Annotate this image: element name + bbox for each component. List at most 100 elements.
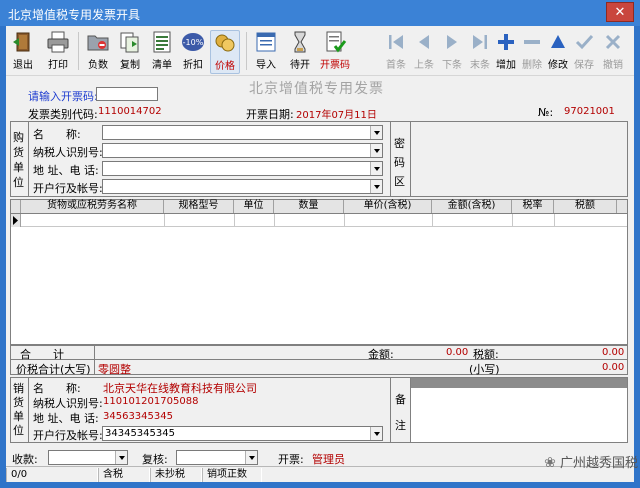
import-button[interactable]: 导入 <box>252 30 280 74</box>
add-icon <box>498 34 514 50</box>
printer-icon <box>47 31 69 53</box>
price-coins-icon <box>215 34 235 52</box>
chevron-down-icon[interactable] <box>370 144 382 157</box>
type-code-label: 发票类别代码: <box>28 108 98 121</box>
toolbar-label: 打印 <box>48 60 68 71</box>
last-record-button[interactable]: 末条 <box>468 30 492 74</box>
column-header[interactable]: 税率 <box>512 200 554 213</box>
exit-door-icon <box>13 32 30 52</box>
buyer-taxid-label: 纳税人识别号: <box>33 146 103 159</box>
chevron-down-icon[interactable] <box>245 451 257 464</box>
invoice-code-button[interactable]: 开票码 <box>318 30 352 74</box>
buyer-address-label: 地 址、电 话: <box>33 164 99 177</box>
first-record-button[interactable]: 首条 <box>384 30 408 74</box>
print-button[interactable]: 打印 <box>44 30 72 74</box>
column-header[interactable]: 单价(含税) <box>344 200 432 213</box>
goods-grid-header: 货物或应税劳务名称 规格型号 单位 数量 单价(含税) 金额(含税) 税率 税额 <box>11 200 627 214</box>
column-header[interactable]: 规格型号 <box>164 200 234 213</box>
issuer-value: 管理员 <box>312 453 345 466</box>
undo-button[interactable]: 撤销 <box>600 30 626 74</box>
seller-bank-combo[interactable]: 34345345345 <box>102 426 383 441</box>
cell-divider <box>164 214 165 227</box>
total-lower-label: (小写) <box>469 363 500 376</box>
remark-header-bar <box>411 378 627 388</box>
seller-address-value: 34563345345 <box>103 411 173 422</box>
receiver-combo[interactable] <box>48 450 128 465</box>
wechat-icon: ❀ <box>544 455 556 471</box>
client-area: 退出 打印 负数 复制 清单 -10% 折扣 价格 导入 待开 开票码 首条 上… <box>6 26 634 482</box>
column-header[interactable]: 数量 <box>274 200 344 213</box>
last-record-icon <box>473 35 487 49</box>
chevron-down-icon[interactable] <box>370 427 382 440</box>
next-record-icon <box>447 35 457 49</box>
goods-row[interactable] <box>11 214 627 227</box>
copy-icon <box>120 32 139 53</box>
add-button[interactable]: 增加 <box>494 30 518 74</box>
discount-badge: -10% <box>183 38 204 47</box>
seller-name-value: 北京天华在线教育科技有限公司 <box>103 382 257 395</box>
invoice-code-prompt: 请输入开票码: <box>28 90 98 103</box>
row-indicator <box>11 214 21 227</box>
negative-button[interactable]: 负数 <box>84 30 112 74</box>
next-record-button[interactable]: 下条 <box>440 30 464 74</box>
toolbar-label: 价格 <box>215 61 235 72</box>
seller-bank-label: 开户行及帐号: <box>33 429 103 442</box>
cell-divider <box>344 214 345 227</box>
prev-record-button[interactable]: 上条 <box>412 30 436 74</box>
list-button[interactable]: 清单 <box>148 30 176 74</box>
invoice-form: 北京增值税专用发票 请输入开票码: 发票类别代码: 1110014702 开票日… <box>6 78 634 482</box>
toolbar-label: 保存 <box>574 60 594 71</box>
discount-button[interactable]: -10% 折扣 <box>178 30 208 74</box>
copy-button[interactable]: 复制 <box>116 30 144 74</box>
save-check-icon <box>575 34 594 50</box>
toolbar-label: 复制 <box>120 60 140 71</box>
column-header[interactable]: 金额(含税) <box>432 200 512 213</box>
window-title: 北京增值税专用发票开具 <box>8 8 141 22</box>
date-label: 开票日期: <box>246 108 294 121</box>
column-header[interactable]: 税额 <box>554 200 617 213</box>
reviewer-label: 复核: <box>142 453 168 466</box>
exit-button[interactable]: 退出 <box>10 30 36 74</box>
remark-textarea[interactable] <box>411 378 627 442</box>
pending-button[interactable]: 待开 <box>286 30 314 74</box>
delete-button[interactable]: 删除 <box>520 30 544 74</box>
buyer-bank-label: 开户行及帐号: <box>33 182 103 195</box>
buyer-name-combo[interactable] <box>102 125 383 140</box>
discount-icon: -10% <box>182 33 204 51</box>
reviewer-combo[interactable] <box>176 450 258 465</box>
toolbar-separator <box>78 32 79 70</box>
current-row-arrow-icon <box>13 216 18 225</box>
buyer-taxid-combo[interactable] <box>102 143 383 158</box>
cell-divider <box>512 214 513 227</box>
toolbar-label: 末条 <box>470 60 490 71</box>
divider <box>28 377 29 443</box>
seller-taxid-value: 110101201705088 <box>103 396 199 407</box>
watermark: ❀ 广州越秀国税 <box>544 452 638 471</box>
sum-label: 合 计 <box>20 348 64 361</box>
toolbar-label: 修改 <box>548 60 568 71</box>
toolbar-label: 负数 <box>88 60 108 71</box>
edit-icon <box>551 35 565 48</box>
buyer-bank-combo[interactable] <box>102 179 383 194</box>
column-header[interactable]: 单位 <box>234 200 274 213</box>
column-header[interactable]: 货物或应税劳务名称 <box>21 200 164 213</box>
buyer-section-label: 购货单位 <box>13 131 24 189</box>
chevron-down-icon[interactable] <box>370 162 382 175</box>
toolbar-label: 导入 <box>256 60 276 71</box>
amount-label: 金额: <box>368 348 394 361</box>
toolbar-label: 删除 <box>522 60 542 71</box>
chevron-down-icon[interactable] <box>115 451 127 464</box>
chevron-down-icon[interactable] <box>370 180 382 193</box>
chevron-down-icon[interactable] <box>370 126 382 139</box>
folder-negative-icon <box>87 35 109 51</box>
buyer-address-combo[interactable] <box>102 161 383 176</box>
edit-button[interactable]: 修改 <box>546 30 570 74</box>
remark-label: 备注 <box>395 393 406 432</box>
close-button[interactable]: ✕ <box>606 2 634 22</box>
seller-address-label: 地 址、电 话: <box>33 412 99 425</box>
save-button[interactable]: 保存 <box>572 30 596 74</box>
toolbar-label: 开票码 <box>320 60 350 71</box>
receiver-label: 收款: <box>12 453 38 466</box>
price-button[interactable]: 价格 <box>210 30 240 74</box>
invoice-code-input[interactable] <box>96 87 158 101</box>
